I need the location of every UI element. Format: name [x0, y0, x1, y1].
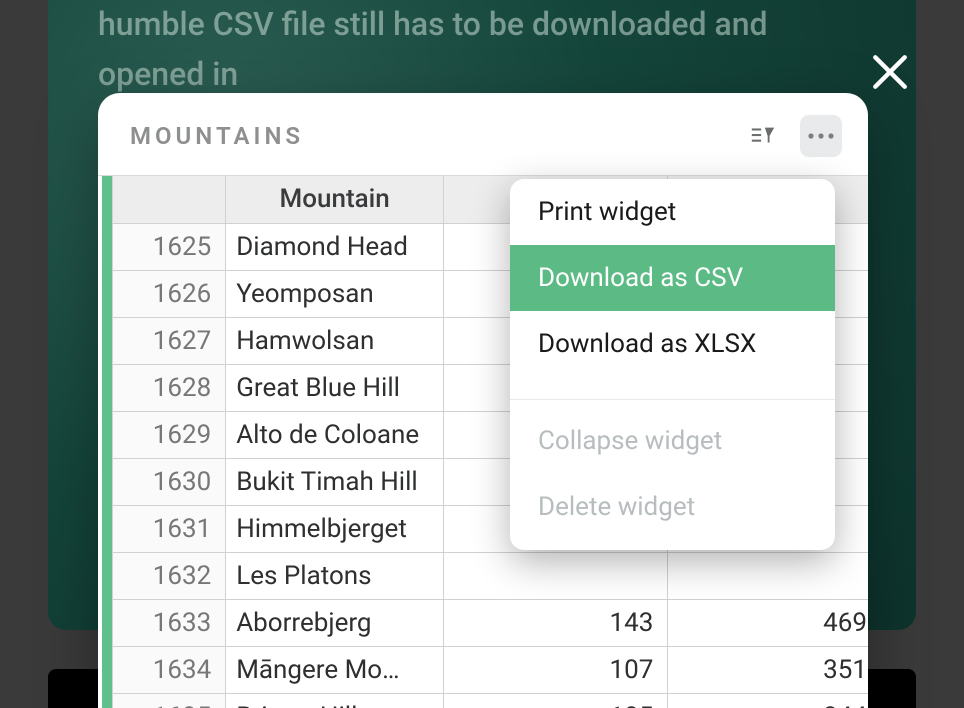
- col-index[interactable]: [113, 176, 226, 223]
- filter-button[interactable]: [742, 115, 784, 157]
- cell-index: 1627: [113, 317, 226, 364]
- cell-a: [444, 552, 668, 599]
- menu-separator: [510, 399, 835, 400]
- cell-mountain: Hamwolsan: [226, 317, 444, 364]
- cell-b: 351: [668, 646, 868, 693]
- filter-icon: [749, 122, 777, 150]
- cell-mountain: Britton Hill: [226, 693, 444, 708]
- more-icon: [806, 131, 836, 141]
- table-row[interactable]: 1633Aborrebjerg143469: [113, 599, 869, 646]
- cell-index: 1626: [113, 270, 226, 317]
- cell-mountain: Aborrebjerg: [226, 599, 444, 646]
- cell-index: 1629: [113, 411, 226, 458]
- cell-mountain: Bukit Timah Hill: [226, 458, 444, 505]
- cell-a: 105: [444, 693, 668, 708]
- cell-index: 1630: [113, 458, 226, 505]
- cell-b: [668, 552, 868, 599]
- menu-item-download-as-csv[interactable]: Download as CSV: [510, 245, 835, 311]
- cell-mountain: Les Platons: [226, 552, 444, 599]
- menu-item-delete-widget: Delete widget: [510, 474, 835, 540]
- cell-index: 1634: [113, 646, 226, 693]
- menu-item-print-widget[interactable]: Print widget: [510, 179, 835, 245]
- cell-index: 1628: [113, 364, 226, 411]
- table-row[interactable]: 1632Les Platons: [113, 552, 869, 599]
- cell-a: 143: [444, 599, 668, 646]
- cell-b: 469: [668, 599, 868, 646]
- cell-a: 107: [444, 646, 668, 693]
- context-menu: Print widgetDownload as CSVDownload as X…: [510, 179, 835, 550]
- menu-item-collapse-widget: Collapse widget: [510, 408, 835, 474]
- cell-index: 1625: [113, 223, 226, 270]
- selection-indicator: [102, 176, 112, 708]
- close-icon: [869, 51, 911, 93]
- cell-mountain: Māngere Mo…: [226, 646, 444, 693]
- close-button[interactable]: [864, 46, 916, 98]
- app-root: humble CSV file still has to be download…: [0, 0, 964, 708]
- article-line1: humble CSV file still has to be download…: [98, 5, 768, 93]
- cell-index: 1631: [113, 505, 226, 552]
- cell-mountain: Great Blue Hill: [226, 364, 444, 411]
- table-row[interactable]: 1634Māngere Mo…107351: [113, 646, 869, 693]
- widget-actions: [742, 115, 842, 157]
- widget-title: MOUNTAINS: [130, 122, 304, 150]
- widget-header: MOUNTAINS: [98, 93, 868, 175]
- cell-mountain: Yeomposan: [226, 270, 444, 317]
- cell-mountain: Alto de Coloane: [226, 411, 444, 458]
- cell-index: 1633: [113, 599, 226, 646]
- more-button[interactable]: [800, 115, 842, 157]
- col-mountain[interactable]: Mountain: [226, 176, 444, 223]
- cell-b: 344: [668, 693, 868, 708]
- cell-index: 1632: [113, 552, 226, 599]
- menu-item-download-as-xlsx[interactable]: Download as XLSX: [510, 311, 835, 377]
- cell-mountain: Himmelbjerget: [226, 505, 444, 552]
- cell-mountain: Diamond Head: [226, 223, 444, 270]
- table-row[interactable]: 1635Britton Hill105344: [113, 693, 869, 708]
- cell-index: 1635: [113, 693, 226, 708]
